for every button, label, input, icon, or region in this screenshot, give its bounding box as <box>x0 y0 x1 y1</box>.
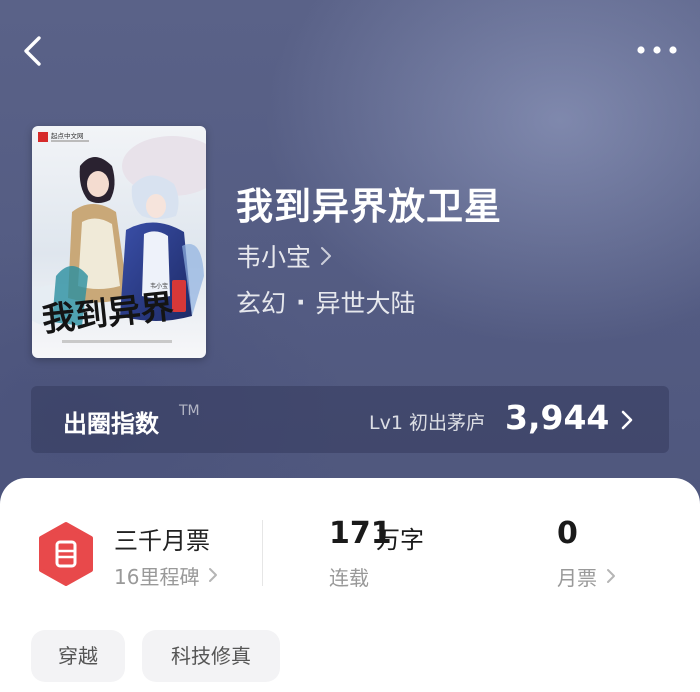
book-cover-art: 起点中文网 韦小宝 我到异界 <box>32 126 206 358</box>
monthly-votes-link[interactable]: 月票 <box>557 562 617 590</box>
index-label: 出圈指数 <box>63 410 159 438</box>
serial-status: 连载 <box>329 566 369 590</box>
author-name: 韦小宝 <box>236 243 312 272</box>
stat-divider <box>262 520 263 586</box>
back-button[interactable] <box>14 30 54 70</box>
tag-chip[interactable]: 穿越 <box>31 630 125 682</box>
genre-row: 玄幻 · 异世大陆 <box>236 284 416 320</box>
book-cover[interactable]: 起点中文网 韦小宝 我到异界 <box>32 126 206 358</box>
genre-main: 玄幻 <box>236 289 287 318</box>
chevron-right-icon <box>607 569 615 583</box>
more-dots-icon <box>637 46 677 54</box>
chevron-right-icon <box>321 247 332 265</box>
author-link[interactable]: 韦小宝 <box>236 238 333 274</box>
genre-sub: 异世大陆 <box>315 289 416 318</box>
book-title: 我到异界放卫星 <box>236 184 502 228</box>
monthly-votes-number: 0 <box>557 516 578 551</box>
cover-publisher-mark: 起点中文网 <box>51 131 84 140</box>
chevron-right-icon <box>209 568 218 582</box>
index-value: 3,944 <box>505 398 610 437</box>
tag-chip[interactable]: 科技修真 <box>142 630 280 682</box>
popularity-index-bar[interactable]: 出圈指数 TM Lv1 初出茅庐 3,944 <box>31 386 669 453</box>
monthly-votes-label: 月票 <box>557 565 597 590</box>
trademark-mark: TM <box>179 403 200 419</box>
more-button[interactable] <box>632 30 684 70</box>
chevron-right-icon <box>621 410 633 430</box>
word-count-unit: 万字 <box>376 526 424 554</box>
genre-separator: · <box>296 287 306 317</box>
milestone-link[interactable]: 16里程碑 <box>114 561 219 589</box>
monthly-ticket-title: 三千月票 <box>114 527 210 555</box>
ticket-icon <box>39 522 93 586</box>
index-level: Lv1 初出茅庐 <box>369 412 485 434</box>
milestone-label: 16里程碑 <box>114 564 200 589</box>
chevron-left-icon <box>24 36 41 66</box>
